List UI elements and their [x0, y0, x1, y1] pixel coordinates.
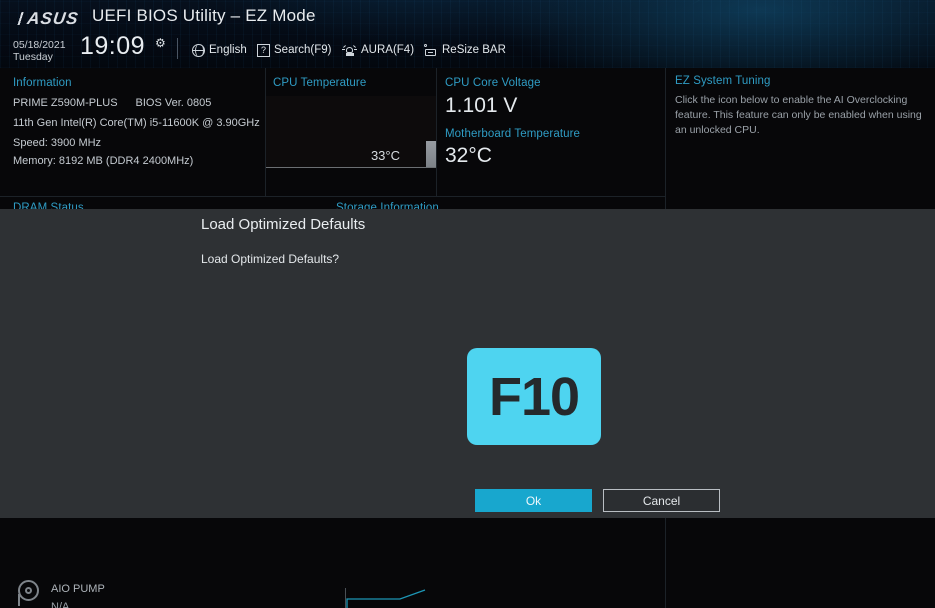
- f10-key-badge: F10: [467, 348, 601, 445]
- aura-button[interactable]: AURA(F4): [342, 42, 414, 58]
- language-selector[interactable]: English: [192, 42, 247, 58]
- bios-version: BIOS Ver. 0805: [135, 97, 212, 109]
- information-board-line: PRIME Z590M-PLUS BIOS Ver. 0805: [13, 97, 211, 109]
- dialog-title: Load Optimized Defaults: [201, 216, 366, 233]
- information-title: Information: [13, 77, 72, 89]
- motherboard-temperature-title: Motherboard Temperature: [445, 128, 581, 140]
- cpu-temperature-panel: CPU Temperature 33°C: [266, 68, 436, 196]
- header-divider: [177, 38, 178, 59]
- asus-logo-slash: [16, 12, 27, 25]
- page-title: UEFI BIOS Utility – EZ Mode: [92, 6, 316, 25]
- information-panel: Information PRIME Z590M-PLUS BIOS Ver. 08…: [0, 68, 265, 196]
- cpu-temperature-bar: [426, 137, 436, 167]
- cpu-voltage-value: 1.101 V: [445, 94, 518, 117]
- search-label: Search(F9): [274, 44, 332, 56]
- panel-divider: [0, 196, 665, 197]
- cpu-temperature-value: 33°C: [370, 148, 400, 163]
- gear-icon[interactable]: ⚙: [155, 36, 166, 50]
- board-model: PRIME Z590M-PLUS: [13, 97, 118, 109]
- ez-system-tuning-description: Click the icon below to enable the AI Ov…: [675, 94, 922, 136]
- motherboard-temperature-value: 32°C: [445, 144, 492, 167]
- cpu-temperature-title: CPU Temperature: [273, 77, 367, 89]
- cancel-button[interactable]: Cancel: [603, 489, 720, 512]
- cpu-voltage-title: CPU Core Voltage: [445, 77, 541, 89]
- asus-logo: ASUS: [13, 9, 84, 28]
- search-button[interactable]: ? Search(F9): [257, 42, 332, 58]
- aio-pump-readout: AIO PUMP N/A: [14, 578, 105, 608]
- cpu-speed: Speed: 3900 MHz: [13, 137, 102, 149]
- ok-button[interactable]: Ok: [475, 489, 592, 512]
- fan-curve-line: [346, 589, 426, 608]
- asus-logo-text: ASUS: [26, 8, 81, 28]
- cpu-model: 11th Gen Intel(R) Core(TM) i5-11600K @ 3…: [13, 117, 260, 129]
- cpu-temperature-bar-notch: [426, 137, 436, 141]
- fan-curve-chart: 0 30 70 100 °C: [345, 588, 645, 608]
- dialog-message: Load Optimized Defaults?: [201, 252, 340, 266]
- aio-pump-value: N/A: [51, 601, 70, 608]
- cpu-temperature-graph: 33°C: [266, 96, 436, 168]
- load-defaults-dialog: Load Optimized Defaults Load Optimized D…: [0, 209, 935, 518]
- bios-screen: ASUS UEFI BIOS Utility – EZ Mode 05/18/2…: [0, 0, 935, 608]
- language-label: English: [209, 44, 247, 56]
- date-block: 05/18/2021 Tuesday: [13, 39, 66, 63]
- aio-pump-label: AIO PUMP: [51, 583, 105, 595]
- header-light-streak: [689, 0, 881, 6]
- date-value: 05/18/2021: [13, 39, 66, 51]
- ez-system-tuning-title: EZ System Tuning: [675, 75, 771, 87]
- aura-label: AURA(F4): [361, 44, 415, 56]
- clock-value: 19:09: [80, 32, 146, 60]
- resize-bar-label: ReSize BAR: [442, 44, 506, 56]
- cpu-voltage-panel: CPU Core Voltage 1.101 V Motherboard Tem…: [437, 68, 665, 196]
- question-mark-icon: ?: [257, 43, 270, 57]
- aura-lamp-icon: [342, 44, 357, 57]
- globe-icon: [192, 43, 205, 57]
- header-bar: ASUS UEFI BIOS Utility – EZ Mode 05/18/2…: [0, 0, 935, 68]
- resize-bar-button[interactable]: ReSize BAR: [422, 42, 506, 58]
- memory-info: Memory: 8192 MB (DDR4 2400MHz): [13, 155, 194, 167]
- pump-icon: [14, 578, 44, 608]
- weekday-value: Tuesday: [13, 50, 53, 63]
- resize-bar-icon: [422, 43, 438, 57]
